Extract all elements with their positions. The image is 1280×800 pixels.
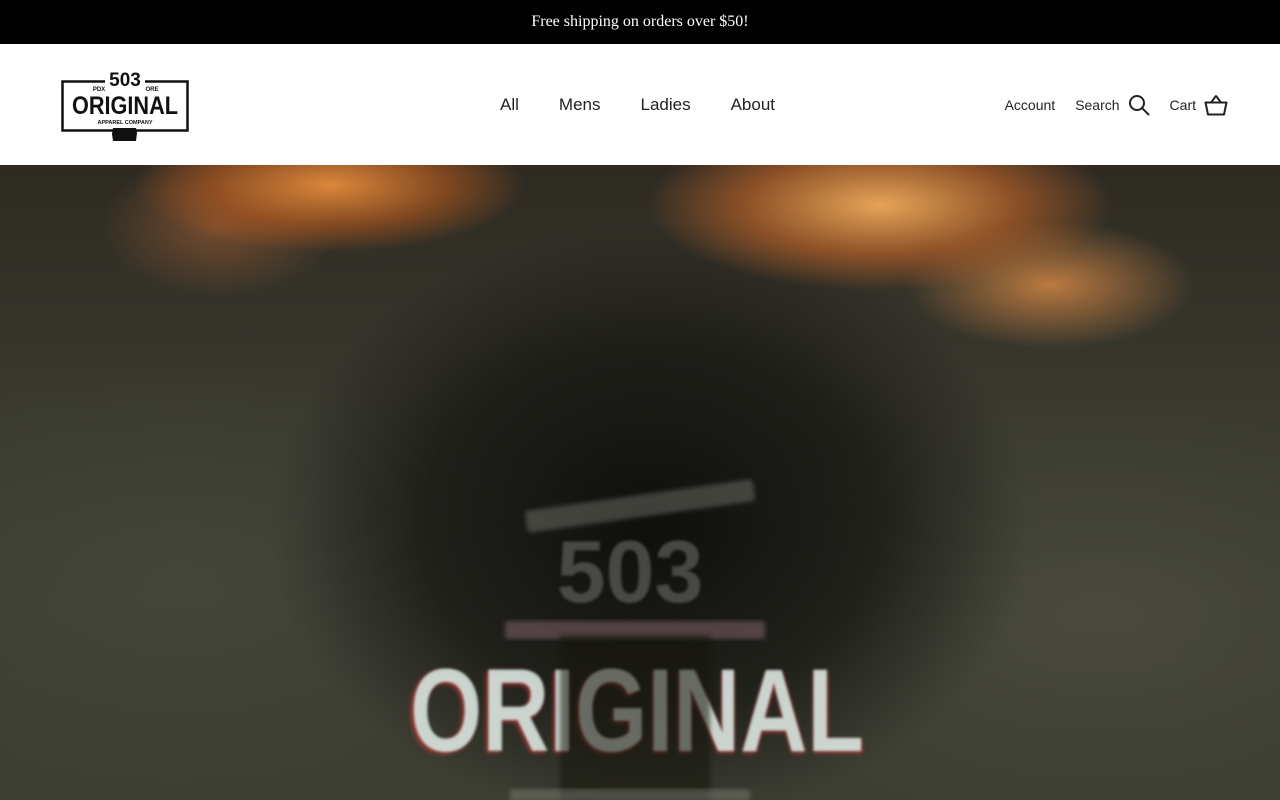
logo-number: 503 [109,70,141,91]
hero-art: 503 ORIGINAL ORIGINAL [407,479,865,800]
nav-item-ladies[interactable]: Ladies [620,87,710,123]
hero-number: 503 [557,522,704,621]
site-logo[interactable]: 503 PDX ORE ORIGINAL APPAREL COMPANY [61,68,189,142]
main-nav: All Mens Ladies About [480,44,795,165]
announcement-text: Free shipping on orders over $50! [531,13,749,30]
hero-video[interactable]: 503 ORIGINAL ORIGINAL [0,165,1280,800]
announcement-bar: Free shipping on orders over $50! [0,0,1280,44]
basket-icon [1204,94,1228,115]
account-label: Account [1004,96,1056,113]
search-label: Search [1075,96,1120,113]
cart-button[interactable]: Cart [1170,94,1228,116]
nav-item-all[interactable]: All [480,87,539,123]
search-icon [1128,94,1150,115]
cart-label: Cart [1169,96,1196,113]
search-button[interactable]: Search [1075,94,1150,116]
account-link[interactable]: Account [1005,97,1056,113]
nav-item-mens[interactable]: Mens [539,87,621,123]
logo-mark: 503 PDX ORE ORIGINAL APPAREL COMPANY [61,70,189,141]
site-header: 503 PDX ORE ORIGINAL APPAREL COMPANY All… [0,44,1280,165]
logo-tagline: APPAREL COMPANY [97,120,152,126]
logo-name: ORIGINAL [72,92,178,120]
header-utilities: Account Search Cart [1005,44,1228,165]
nav-item-about[interactable]: About [711,87,795,123]
oregon-state-icon [112,128,137,141]
